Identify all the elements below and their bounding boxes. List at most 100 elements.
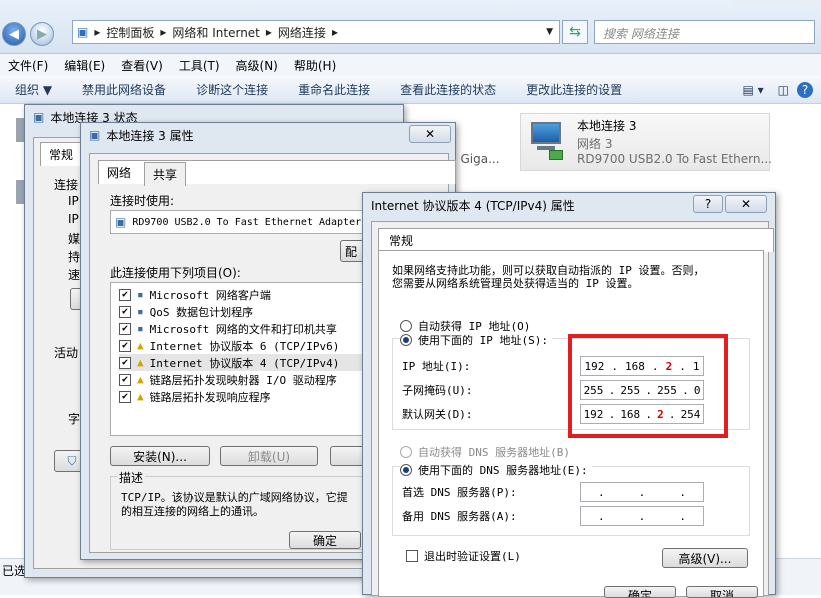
forward-button[interactable]: ▶ bbox=[30, 22, 54, 46]
item-label: Microsoft 网络客户端 bbox=[149, 288, 271, 302]
close-button[interactable]: ✕ bbox=[725, 195, 767, 213]
shield-icon: ⛉ bbox=[67, 453, 77, 468]
network-icon: ▣ bbox=[89, 128, 101, 142]
status-label: IP bbox=[68, 194, 79, 208]
breadcrumb-sep: ▸ bbox=[331, 25, 338, 39]
connect-using-label: 连接时使用: bbox=[110, 194, 175, 208]
alternate-dns-label: 备用 DNS 服务器(A): bbox=[402, 510, 517, 523]
menu-advanced[interactable]: 高级(N) bbox=[228, 57, 286, 74]
preview-pane-icon[interactable]: ◫ bbox=[770, 83, 797, 97]
back-button[interactable]: ◀ bbox=[2, 22, 26, 46]
network-adapter-icon bbox=[527, 120, 567, 164]
close-button[interactable]: ✕ bbox=[409, 125, 451, 143]
intro-text: 您需要从网络系统管理员处获得适当的 IP 设置。 bbox=[392, 277, 639, 290]
item-label: Internet 协议版本 4 (TCP/IPv4) bbox=[149, 356, 340, 370]
connection-network: 网络 3 bbox=[577, 137, 613, 151]
item-label: 链路层拓扑发现映射器 I/O 驱动程序 bbox=[149, 373, 337, 387]
advanced-button[interactable]: 高级(V)... bbox=[662, 548, 748, 568]
connection-behind-label: ) Giga... bbox=[452, 152, 500, 166]
help-button[interactable]: ? bbox=[693, 195, 723, 213]
breadcrumb-sep: ▸ bbox=[160, 25, 167, 39]
connection-tile-selected[interactable]: 本地连接 3 网络 3 RD9700 USB2.0 To Fast Ethern… bbox=[520, 113, 772, 171]
status-label: 媒 bbox=[68, 232, 81, 246]
description-text: 的相互连接的网络上的通讯。 bbox=[121, 505, 264, 518]
manual-dns-option[interactable]: 使用下面的 DNS 服务器地址(E): bbox=[400, 462, 592, 478]
search-input[interactable]: 搜索 网络连接 bbox=[594, 20, 815, 44]
auto-dns-label: 自动获得 DNS 服务器地址(B) bbox=[418, 446, 570, 459]
validate-label: 退出时验证设置(L) bbox=[424, 550, 521, 563]
item-label: Internet 协议版本 6 (TCP/IPv6) bbox=[149, 339, 340, 353]
manual-dns-label: 使用下面的 DNS 服务器地址(E): bbox=[418, 464, 588, 477]
checkbox[interactable]: ✔ bbox=[119, 390, 131, 403]
ipv4-dialog: Internet 协议版本 4 (TCP/IPv4) 属性 ? ✕ 常规 如果网… bbox=[362, 192, 776, 598]
checkbox[interactable]: ✔ bbox=[119, 339, 131, 352]
status-label: IP bbox=[68, 212, 79, 226]
checkbox[interactable]: ✔ bbox=[119, 322, 131, 335]
change-settings-button[interactable]: 更改此连接的设置 bbox=[511, 81, 637, 98]
diagnose-button[interactable]: 诊断这个连接 bbox=[181, 81, 283, 98]
item-icon: ▪ bbox=[137, 322, 144, 335]
properties-dialog-title: 本地连接 3 属性 bbox=[106, 128, 194, 143]
protocol-icon: ▲ bbox=[137, 373, 144, 386]
manual-ip-label: 使用下面的 IP 地址(S): bbox=[418, 334, 548, 347]
breadcrumb-connections[interactable]: 网络连接 bbox=[278, 24, 326, 41]
preferred-dns-label: 首选 DNS 服务器(P): bbox=[402, 486, 517, 499]
ok-button[interactable]: 确定 bbox=[604, 586, 676, 598]
status-label: 速 bbox=[68, 268, 81, 282]
menu-tools[interactable]: 工具(T) bbox=[171, 57, 228, 74]
tab-sharing[interactable]: 共享 bbox=[144, 162, 187, 186]
connection-name: 本地连接 3 bbox=[577, 119, 637, 133]
menu-view[interactable]: 查看(V) bbox=[113, 57, 171, 74]
disable-device-button[interactable]: 禁用此网络设备 bbox=[67, 81, 181, 98]
preferred-dns-field[interactable]: ... bbox=[580, 482, 704, 502]
close-icon: ✕ bbox=[424, 127, 436, 141]
item-label: 链路层拓扑发现响应程序 bbox=[149, 390, 271, 404]
items-label: 此连接使用下列项目(O): bbox=[110, 266, 241, 280]
breadcrumb-sep: ▸ bbox=[265, 25, 272, 39]
ip-address-label: IP 地址(I): bbox=[402, 360, 471, 373]
ok-button[interactable]: 确定 bbox=[289, 531, 361, 549]
checkbox[interactable] bbox=[406, 550, 418, 562]
status-label: 字 bbox=[68, 412, 81, 426]
tab-general[interactable]: 常规 bbox=[378, 228, 774, 252]
rename-button[interactable]: 重命名此连接 bbox=[283, 81, 385, 98]
menu-edit[interactable]: 编辑(E) bbox=[56, 57, 113, 74]
protocol-icon: ▲ bbox=[137, 356, 144, 369]
radio-button[interactable] bbox=[400, 320, 412, 332]
install-button[interactable]: 安装(N)... bbox=[110, 446, 210, 466]
refresh-button[interactable]: ⇆ bbox=[562, 20, 588, 44]
status-label: 持 bbox=[68, 250, 81, 264]
description-label: 描述 bbox=[117, 469, 146, 486]
manual-ip-option[interactable]: 使用下面的 IP 地址(S): bbox=[400, 332, 552, 348]
help-icon: ? bbox=[704, 197, 712, 211]
checkbox[interactable]: ✔ bbox=[119, 373, 131, 386]
view-options-icon[interactable]: ▤ ▾ bbox=[736, 83, 769, 97]
cancel-button[interactable]: 取消 bbox=[686, 586, 758, 598]
adapter-name: RD9700 USB2.0 To Fast Ethernet Adapter bbox=[132, 216, 362, 228]
radio-button[interactable] bbox=[400, 464, 412, 476]
address-field[interactable]: ▣ ▸ 控制面板 ▸ 网络和 Internet ▸ 网络连接 ▸ ▼ bbox=[72, 20, 560, 44]
checkbox[interactable]: ✔ bbox=[119, 288, 131, 301]
organize-button[interactable]: 组织 ▼ bbox=[0, 81, 67, 98]
command-bar: 组织 ▼ 禁用此网络设备 诊断这个连接 重命名此连接 查看此连接的状态 更改此连… bbox=[0, 76, 821, 104]
radio-button bbox=[400, 446, 412, 458]
protocol-icon: ▲ bbox=[137, 390, 144, 403]
item-label: QoS 数据包计划程序 bbox=[149, 305, 254, 319]
activity-label: 活动 bbox=[54, 346, 79, 360]
menu-file[interactable]: 文件(F) bbox=[0, 57, 56, 74]
protocol-icon: ▲ bbox=[137, 339, 144, 352]
menu-help[interactable]: 帮助(H) bbox=[286, 57, 344, 74]
refresh-icon: ⇆ bbox=[569, 24, 581, 40]
view-status-button[interactable]: 查看此连接的状态 bbox=[385, 81, 511, 98]
breadcrumb-control-panel[interactable]: 控制面板 bbox=[106, 24, 154, 41]
validate-option[interactable]: 退出时验证设置(L) bbox=[406, 548, 521, 564]
alternate-dns-field[interactable]: ... bbox=[580, 506, 704, 526]
chevron-down-icon[interactable]: ▼ bbox=[546, 27, 553, 37]
checkbox[interactable]: ✔ bbox=[119, 356, 131, 369]
help-icon[interactable]: ? bbox=[797, 81, 813, 98]
radio-button[interactable] bbox=[400, 334, 412, 346]
control-panel-icon: ▣ bbox=[77, 25, 89, 39]
highlight-box bbox=[568, 334, 728, 438]
checkbox[interactable]: ✔ bbox=[119, 305, 131, 318]
breadcrumb-network[interactable]: 网络和 Internet bbox=[172, 24, 259, 41]
